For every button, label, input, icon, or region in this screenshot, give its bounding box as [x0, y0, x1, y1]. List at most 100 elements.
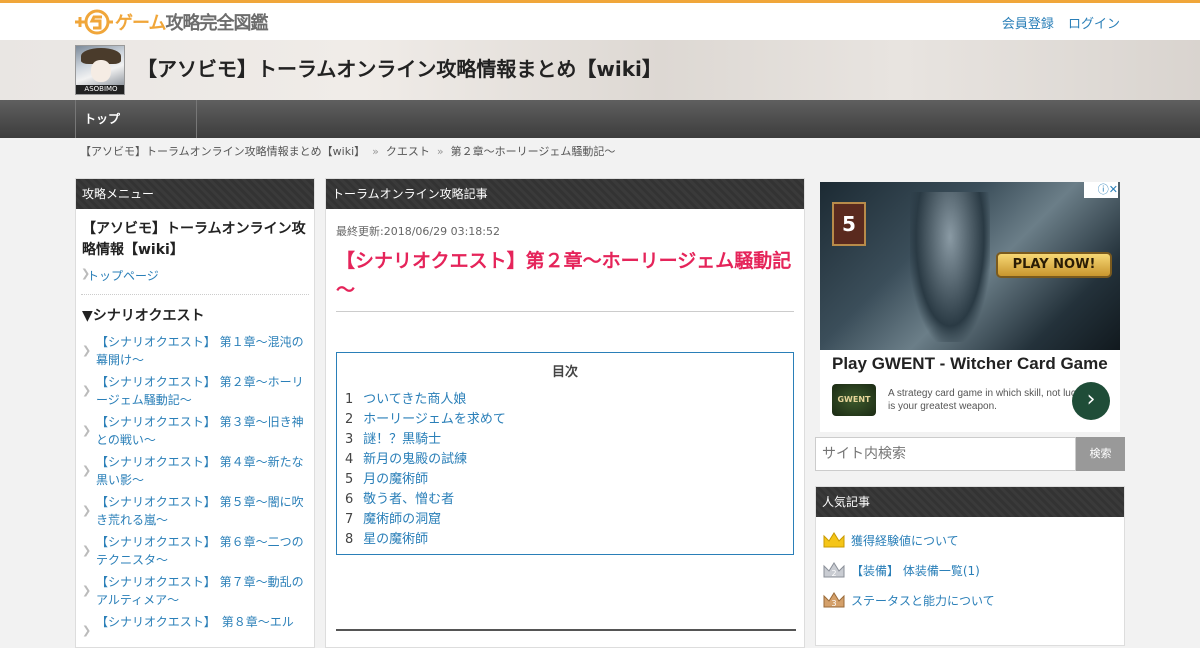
- breadcrumb: 【アソビモ】トーラムオンライン攻略情報まとめ【wiki】 » クエスト » 第２章～ホー…: [80, 143, 615, 159]
- chevron-right-icon: ❯: [82, 544, 92, 557]
- chevron-right-icon: ❯: [82, 504, 92, 517]
- search-input[interactable]: [815, 437, 1076, 471]
- list-item-label[interactable]: 【シナリオクエスト】 第５章～闇に吹き荒れる嵐～: [96, 495, 304, 527]
- site-search: 検索: [815, 437, 1125, 471]
- thumbnail-label: ASOBIMO: [76, 85, 124, 94]
- nav-item-top[interactable]: トップ: [75, 100, 197, 138]
- logo-word: ゲーム: [115, 13, 166, 34]
- list-item[interactable]: ❯ 【シナリオクエスト】 第１章～混沌の幕開け～: [82, 333, 308, 369]
- login-link[interactable]: ログイン: [1068, 17, 1120, 32]
- toc-item: 1 ついてきた商人娘: [345, 390, 785, 410]
- toc-link[interactable]: 星の魔術師: [363, 532, 428, 547]
- ad-title[interactable]: Play GWENT - Witcher Card Game: [832, 354, 1108, 374]
- scenario-quest-list: ❯ 【シナリオクエスト】 第１章～混沌の幕開け～ ❯ 【シナリオクエスト】 第２章～…: [76, 333, 314, 637]
- toc-link[interactable]: 魔術師の洞窟: [363, 512, 441, 527]
- list-item[interactable]: ❯ 【シナリオクエスト】 第８章～エル: [82, 613, 308, 637]
- popular-item-link[interactable]: 獲得経験値について: [851, 532, 959, 549]
- toc-number: 8: [345, 532, 354, 547]
- top-page-link[interactable]: ❯ トップページ: [81, 267, 309, 295]
- left-sidebar: 攻略メニュー 【アソビモ】トーラムオンライン攻略情報【wiki】 ❯ トップペー…: [75, 178, 315, 648]
- article-title: 【シナリオクエスト】第２章～ホーリージェム騒動記～: [336, 247, 794, 312]
- ad-description: A strategy card game in which skill, not…: [888, 388, 1084, 412]
- logo-word-2: 攻略完全図鑑: [165, 13, 268, 34]
- list-item[interactable]: ❯ 【シナリオクエスト】 第６章～二つのテクニスタ～: [82, 533, 308, 569]
- toc-item: 3 謎！？黒騎士: [345, 430, 785, 450]
- chevron-right-icon: ❯: [81, 267, 91, 280]
- breadcrumb-current: 第２章～ホーリージェム騒動記～: [450, 145, 616, 158]
- list-item-label[interactable]: 【シナリオクエスト】 第２章～ホーリージェム騒動記～: [96, 375, 304, 407]
- svg-text:3: 3: [831, 599, 836, 608]
- breadcrumb-quest[interactable]: クエスト: [386, 145, 430, 158]
- toc-item: 7 魔術師の洞窟: [345, 510, 785, 530]
- chevron-right-icon: ❯: [82, 344, 92, 357]
- ad-info-icon[interactable]: ⓘ✕: [1084, 182, 1118, 198]
- article-column-heading: トーラムオンライン攻略記事: [326, 179, 804, 209]
- toc-link[interactable]: 月の魔術師: [363, 472, 428, 487]
- register-link[interactable]: 会員登録: [1002, 17, 1054, 32]
- list-item[interactable]: ❯ 【シナリオクエスト】 第５章～闇に吹き荒れる嵐～: [82, 493, 308, 529]
- toc-link[interactable]: ホーリージェムを求めて: [363, 412, 506, 427]
- popular-articles: 人気記事 獲得経験値について 2 【装備】 体装備一覧(1) 3 ステータスと能…: [815, 486, 1125, 646]
- ad-play-now-button[interactable]: PLAY NOW!: [996, 252, 1112, 278]
- crown-bronze-icon: 3: [822, 591, 846, 609]
- ad-logo: GWENT: [832, 384, 876, 416]
- table-of-contents: 目次 1 ついてきた商人娘 2 ホーリージェムを求めて 3 謎！？黒騎士 4 新…: [336, 352, 794, 555]
- toc-item: 2 ホーリージェムを求めて: [345, 410, 785, 430]
- toc-number: 2: [345, 412, 354, 427]
- ad-image[interactable]: 5 PLAY NOW!: [820, 182, 1120, 350]
- search-button[interactable]: 検索: [1076, 437, 1125, 471]
- site-title[interactable]: 【アソビモ】トーラムオンライン攻略情報まとめ【wiki】: [137, 53, 662, 82]
- list-item[interactable]: ❯ 【シナリオクエスト】 第２章～ホーリージェム騒動記～: [82, 373, 308, 409]
- toc-link[interactable]: 謎！？黒騎士: [363, 432, 441, 447]
- last-updated: 最終更新:2018/06/29 03:18:52: [336, 225, 501, 238]
- toc-item: 8 星の魔術師: [345, 530, 785, 550]
- toc-link[interactable]: ついてきた商人娘: [363, 392, 466, 407]
- list-item-label[interactable]: 【シナリオクエスト】 第４章～新たな黒い影～: [96, 455, 304, 487]
- site-logo[interactable]: ゲーム 攻略完全図鑑: [75, 6, 268, 38]
- toc-number: 6: [345, 492, 354, 507]
- toc-number: 3: [345, 432, 354, 447]
- breadcrumb-home[interactable]: 【アソビモ】トーラムオンライン攻略情報まとめ【wiki】: [80, 145, 365, 158]
- breadcrumb-separator: »: [372, 145, 379, 158]
- list-item-label[interactable]: 【シナリオクエスト】 第７章～動乱のアルティメア～: [96, 575, 304, 607]
- scenario-quest-section: ▼シナリオクエスト: [82, 308, 205, 324]
- list-item[interactable]: ❯ 【シナリオクエスト】 第７章～動乱のアルティメア～: [82, 573, 308, 609]
- article-column: トーラムオンライン攻略記事 最終更新:2018/06/29 03:18:52 【…: [325, 178, 805, 648]
- ad-arrow-button[interactable]: ›: [1072, 382, 1110, 420]
- left-sidebar-title: 【アソビモ】トーラムオンライン攻略情報【wiki】: [82, 221, 306, 258]
- crown-gold-icon: [822, 531, 846, 549]
- top-page-link-label[interactable]: トップページ: [87, 269, 159, 283]
- list-item-label[interactable]: 【シナリオクエスト】 第１章～混沌の幕開け～: [96, 335, 304, 367]
- svg-text:2: 2: [831, 569, 836, 578]
- popular-item[interactable]: 3 ステータスと能力について: [822, 585, 1118, 615]
- list-item[interactable]: ❯ 【シナリオクエスト】 第３章～旧き神との戦い～: [82, 413, 308, 449]
- site-thumbnail[interactable]: ASOBIMO: [75, 45, 125, 95]
- chevron-right-icon: ❯: [82, 464, 92, 477]
- user-links: 会員登録 ログイン: [992, 13, 1120, 32]
- list-item-label[interactable]: 【シナリオクエスト】 第８章～エル: [96, 615, 294, 629]
- toc-item: 4 新月の鬼殿の試練: [345, 450, 785, 470]
- list-item[interactable]: ❯ 【シナリオクエスト】 第４章～新たな黒い影～: [82, 453, 308, 489]
- breadcrumb-separator: »: [436, 145, 444, 158]
- popular-item-link[interactable]: ステータスと能力について: [851, 592, 995, 609]
- top-bar: ゲーム 攻略完全図鑑 会員登録 ログイン: [0, 0, 1200, 40]
- thumbnail-face: [91, 60, 111, 82]
- popular-articles-heading: 人気記事: [816, 487, 1124, 517]
- logo-mark-icon: [75, 7, 113, 37]
- toc-number: 4: [345, 452, 354, 467]
- popular-item-link[interactable]: 【装備】 体装備一覧(1): [851, 562, 980, 579]
- ad-knight-figure: [910, 192, 990, 342]
- toc-item: 6 敬う者、憎む者: [345, 490, 785, 510]
- crown-silver-icon: 2: [822, 561, 846, 579]
- list-item-label[interactable]: 【シナリオクエスト】 第６章～二つのテクニスタ～: [96, 535, 304, 567]
- popular-item[interactable]: 獲得経験値について: [822, 525, 1118, 555]
- ad-card-badge: 5: [832, 202, 866, 246]
- toc-number: 1: [345, 392, 354, 407]
- toc-number: 5: [345, 472, 354, 487]
- popular-item[interactable]: 2 【装備】 体装備一覧(1): [822, 555, 1118, 585]
- left-sidebar-heading: 攻略メニュー: [76, 179, 314, 209]
- advertisement[interactable]: 5 PLAY NOW! ⓘ✕ Play GWENT - Witcher Card…: [820, 182, 1120, 432]
- toc-link[interactable]: 敬う者、憎む者: [363, 492, 454, 507]
- toc-link[interactable]: 新月の鬼殿の試練: [363, 452, 467, 467]
- list-item-label[interactable]: 【シナリオクエスト】 第３章～旧き神との戦い～: [96, 415, 304, 447]
